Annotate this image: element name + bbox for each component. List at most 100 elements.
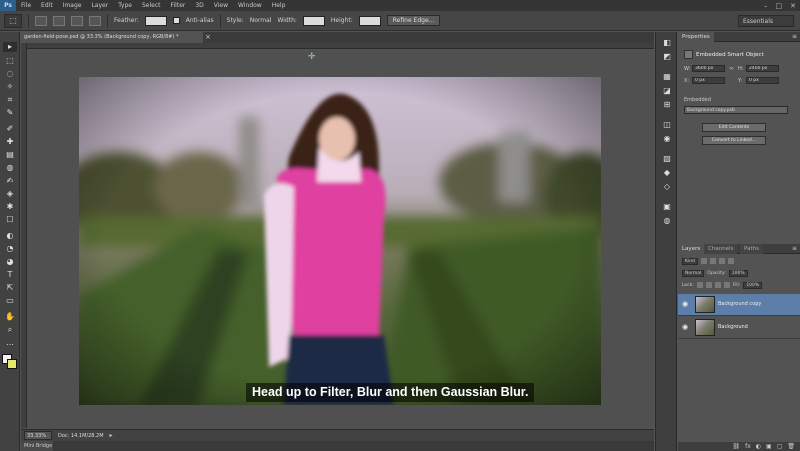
status-menu-arrow-icon[interactable]: ▸	[110, 432, 113, 439]
freeform-pen-tool[interactable]: ◔	[3, 244, 17, 254]
move-tool[interactable]: ▸	[3, 42, 17, 52]
close-icon[interactable]: ✕	[790, 2, 796, 10]
embedded-file-select[interactable]: Background copy.psb	[684, 106, 788, 114]
layer-kind-filter[interactable]: Kind	[682, 257, 698, 265]
menu-layer[interactable]: Layer	[86, 2, 113, 9]
menu-view[interactable]: View	[209, 2, 233, 9]
link-layers-icon[interactable]: ⛓	[732, 443, 740, 450]
document-tab[interactable]: garden-field-pose.psd @ 33.3% (Backgroun…	[21, 32, 203, 43]
menu-edit[interactable]: Edit	[36, 2, 58, 9]
anchor-tool[interactable]: ◕	[3, 257, 17, 267]
zoom-level-field[interactable]: 33.33%	[24, 431, 52, 440]
visibility-eye-icon[interactable]: ◉	[682, 323, 690, 331]
lock-pixels-icon[interactable]	[705, 282, 712, 288]
style-select[interactable]: Normal	[250, 17, 272, 24]
lock-all-icon[interactable]	[723, 282, 730, 288]
layers-panel-menu-icon[interactable]: ≡	[792, 244, 797, 254]
layer-row[interactable]: ◉ Background	[678, 317, 800, 339]
swatches-panel-icon[interactable]: ◪	[661, 86, 673, 96]
new-selection-icon[interactable]	[35, 15, 47, 26]
refine-edge-button[interactable]: Refine Edge...	[386, 15, 441, 26]
menu-select[interactable]: Select	[137, 2, 166, 9]
properties-panel-icon[interactable]: ◉	[661, 134, 673, 144]
link-dimensions-icon[interactable]: ∞	[729, 65, 734, 72]
blend-mode-select[interactable]: Normal	[682, 269, 705, 277]
subtract-selection-icon[interactable]	[71, 15, 83, 26]
visibility-eye-icon[interactable]: ◉	[682, 300, 690, 308]
gradient-tool[interactable]: ◈	[3, 189, 17, 199]
layer-row[interactable]: ◉ Background copy	[678, 294, 800, 316]
more-tools-icon[interactable]: …	[3, 338, 17, 348]
tab-channels[interactable]: Channels	[704, 244, 738, 254]
layer-style-icon[interactable]: fx	[745, 443, 751, 450]
layer-mask-icon[interactable]: ▣	[766, 443, 772, 450]
y-field[interactable]: 0 px	[746, 77, 779, 84]
fill-field[interactable]: 100%	[743, 281, 763, 289]
maximize-icon[interactable]: □	[776, 2, 783, 10]
opacity-field[interactable]: 100%	[728, 269, 748, 277]
tab-properties[interactable]: Properties	[678, 32, 714, 42]
minimize-icon[interactable]: –	[764, 2, 768, 10]
convert-to-linked-button[interactable]: Convert to Linked...	[702, 136, 766, 145]
intersect-selection-icon[interactable]	[89, 15, 101, 26]
width-field[interactable]	[302, 15, 325, 26]
quick-selection-tool[interactable]: ✧	[3, 82, 17, 92]
blur-tool[interactable]: ✱	[3, 202, 17, 212]
rectangle-tool[interactable]: ▭	[3, 296, 17, 306]
styles-panel-icon[interactable]: ⊞	[661, 100, 673, 110]
paragraph-panel-icon[interactable]: ◍	[661, 216, 673, 226]
tab-paths[interactable]: Paths	[740, 244, 763, 254]
filter-type-icon[interactable]	[718, 258, 725, 264]
healing-brush-tool[interactable]: ✐	[3, 124, 17, 134]
character-panel-icon[interactable]: ▣	[661, 202, 673, 212]
adjustments-panel-icon[interactable]: ◫	[661, 120, 673, 130]
path-selection-tool[interactable]: ⇱	[3, 283, 17, 293]
type-tool[interactable]: T	[3, 270, 17, 280]
menu-3d[interactable]: 3D	[190, 2, 208, 9]
brush-tool[interactable]: ✚	[3, 137, 17, 147]
adjustment-layer-icon[interactable]: ◐	[756, 443, 761, 450]
width-field[interactable]: 3600 px	[692, 65, 725, 72]
history-brush-tool[interactable]: ◍	[3, 163, 17, 173]
filter-pixel-icon[interactable]	[700, 258, 707, 264]
workspace-select[interactable]: Essentials	[738, 15, 794, 27]
eyedropper-tool[interactable]: ✎	[3, 108, 17, 118]
menu-help[interactable]: Help	[267, 2, 291, 9]
lasso-tool[interactable]: ◌	[3, 69, 17, 79]
menu-window[interactable]: Window	[233, 2, 267, 9]
new-layer-icon[interactable]: ▢	[777, 443, 783, 450]
brush-presets-icon[interactable]: ◆	[661, 168, 673, 178]
lock-position-icon[interactable]	[714, 282, 721, 288]
add-selection-icon[interactable]	[53, 15, 65, 26]
edit-contents-button[interactable]: Edit Contents	[702, 123, 766, 132]
zoom-tool[interactable]: ⌕	[3, 325, 17, 335]
eraser-tool[interactable]: ✍	[3, 176, 17, 186]
horizontal-ruler[interactable]	[27, 43, 654, 49]
menu-file[interactable]: File	[16, 2, 36, 9]
document-image[interactable]	[79, 77, 601, 405]
clone-source-icon[interactable]: ◇	[661, 182, 673, 192]
x-field[interactable]: 0 px	[692, 77, 725, 84]
filter-adjustment-icon[interactable]	[709, 258, 716, 264]
height-field[interactable]	[358, 15, 381, 26]
actions-panel-icon[interactable]: ◩	[661, 52, 673, 62]
background-color-swatch[interactable]	[7, 359, 17, 369]
color-panel-icon[interactable]: ▦	[661, 72, 673, 82]
hand-tool[interactable]: ✋	[3, 312, 17, 322]
menu-type[interactable]: Type	[113, 2, 137, 9]
history-panel-icon[interactable]: ◧	[661, 38, 673, 48]
menu-image[interactable]: Image	[58, 2, 87, 9]
pen-tool[interactable]: ◐	[3, 231, 17, 241]
mini-bridge-tab[interactable]: Mini Bridge	[21, 441, 53, 451]
lock-transparent-icon[interactable]	[696, 282, 703, 288]
tool-preset-picker[interactable]: ⬚	[4, 13, 22, 28]
panel-menu-icon[interactable]: ≡	[792, 32, 797, 42]
crop-tool[interactable]: ⌗	[3, 95, 17, 105]
filter-shape-icon[interactable]	[727, 258, 734, 264]
brush-panel-icon[interactable]: ▧	[661, 154, 673, 164]
feather-field[interactable]	[144, 15, 167, 26]
antialias-checkbox[interactable]	[172, 17, 180, 24]
tab-close-icon[interactable]: ×	[205, 32, 211, 43]
clone-stamp-tool[interactable]: ▤	[3, 150, 17, 160]
tab-layers[interactable]: Layers	[678, 244, 705, 254]
